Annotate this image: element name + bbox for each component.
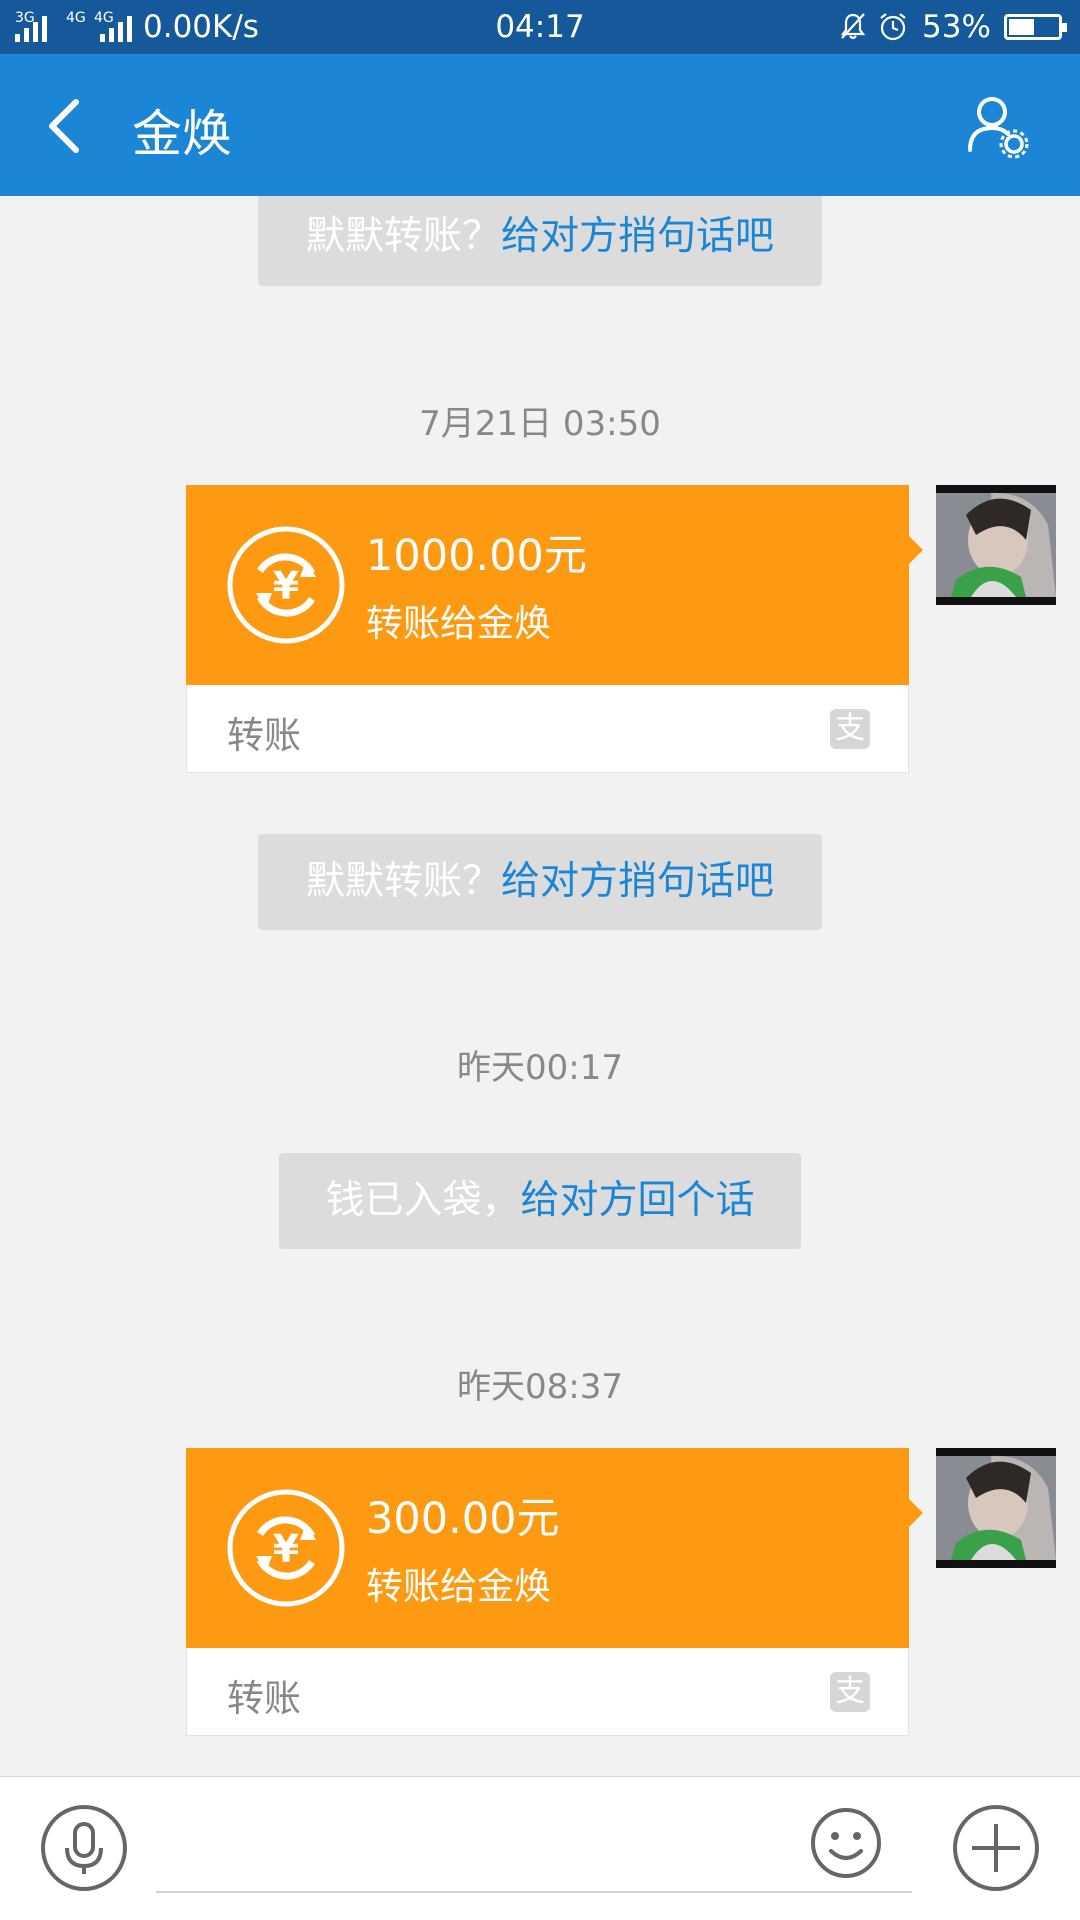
timestamp: 昨天08:37	[457, 1367, 623, 1407]
app-header: 金焕	[0, 54, 1080, 196]
bubble-tail	[908, 1498, 923, 1528]
transfer-amount: 300.00元	[366, 1494, 560, 1544]
hint-text: 默默转账？	[305, 214, 501, 259]
timestamp: 昨天00:17	[457, 1048, 623, 1088]
transfer-coin-icon: ¥	[227, 1489, 345, 1607]
chat-title: 金焕	[132, 105, 232, 163]
battery-icon	[1004, 14, 1067, 40]
transfer-type-label: 转账	[227, 714, 301, 757]
transfer-amount: 1000.00元	[366, 531, 587, 581]
avatar[interactable]	[936, 485, 1056, 605]
input-bar	[0, 1776, 1080, 1920]
alarm-icon	[880, 13, 906, 41]
svg-text:¥: ¥	[273, 564, 299, 608]
profile-settings-icon[interactable]	[964, 92, 1034, 162]
clock: 04:17	[495, 9, 585, 45]
transfer-coin-icon: ¥	[227, 526, 345, 644]
transfer-card[interactable]: ¥ 300.00元 转账给金焕 转账 支	[186, 1448, 923, 1736]
svg-text:¥: ¥	[273, 1527, 299, 1571]
transfer-description: 转账给金焕	[366, 602, 551, 645]
timestamp: 7月21日 03:50	[419, 404, 661, 444]
hint-text: 钱已入袋，	[325, 1178, 521, 1223]
transfer-card-footer: 转账 支	[186, 1648, 909, 1736]
message-input[interactable]	[156, 1807, 912, 1893]
alipay-logo-icon: 支	[830, 1672, 870, 1712]
system-hint: 默默转账？给对方捎句话吧	[258, 834, 822, 930]
transfer-card-top: ¥ 1000.00元 转账给金焕	[186, 485, 909, 685]
system-hint: 钱已入袋，给对方回个话	[279, 1153, 801, 1249]
transfer-card-top: ¥ 300.00元 转账给金焕	[186, 1448, 909, 1648]
avatar-photo	[936, 1448, 1056, 1568]
send-message-link[interactable]: 给对方捎句话吧	[501, 859, 774, 904]
battery-percent: 53%	[922, 9, 991, 45]
avatar[interactable]	[936, 1448, 1056, 1568]
send-message-link[interactable]: 给对方捎句话吧	[501, 214, 774, 259]
status-bar: 3G 4G 4G 0.00K/s 04:17 53%	[0, 0, 1080, 54]
reply-link[interactable]: 给对方回个话	[521, 1178, 755, 1223]
microphone-icon[interactable]	[40, 1804, 128, 1892]
system-hint: 默默转账？给对方捎句话吧	[258, 196, 822, 286]
transfer-description: 转账给金焕	[366, 1565, 551, 1608]
hint-text: 默默转账？	[305, 859, 501, 904]
back-chevron-icon[interactable]	[40, 96, 90, 156]
transfer-card-footer: 转账 支	[186, 685, 909, 773]
transfer-type-label: 转账	[227, 1677, 301, 1720]
plus-icon[interactable]	[952, 1804, 1040, 1892]
emoji-icon[interactable]	[810, 1807, 882, 1879]
battery-fill	[1009, 19, 1034, 35]
mute-bell-icon	[840, 13, 866, 40]
alipay-logo-icon: 支	[830, 709, 870, 749]
avatar-photo	[936, 485, 1056, 605]
bubble-tail	[908, 535, 923, 565]
transfer-card[interactable]: ¥ 1000.00元 转账给金焕 转账 支	[186, 485, 923, 773]
